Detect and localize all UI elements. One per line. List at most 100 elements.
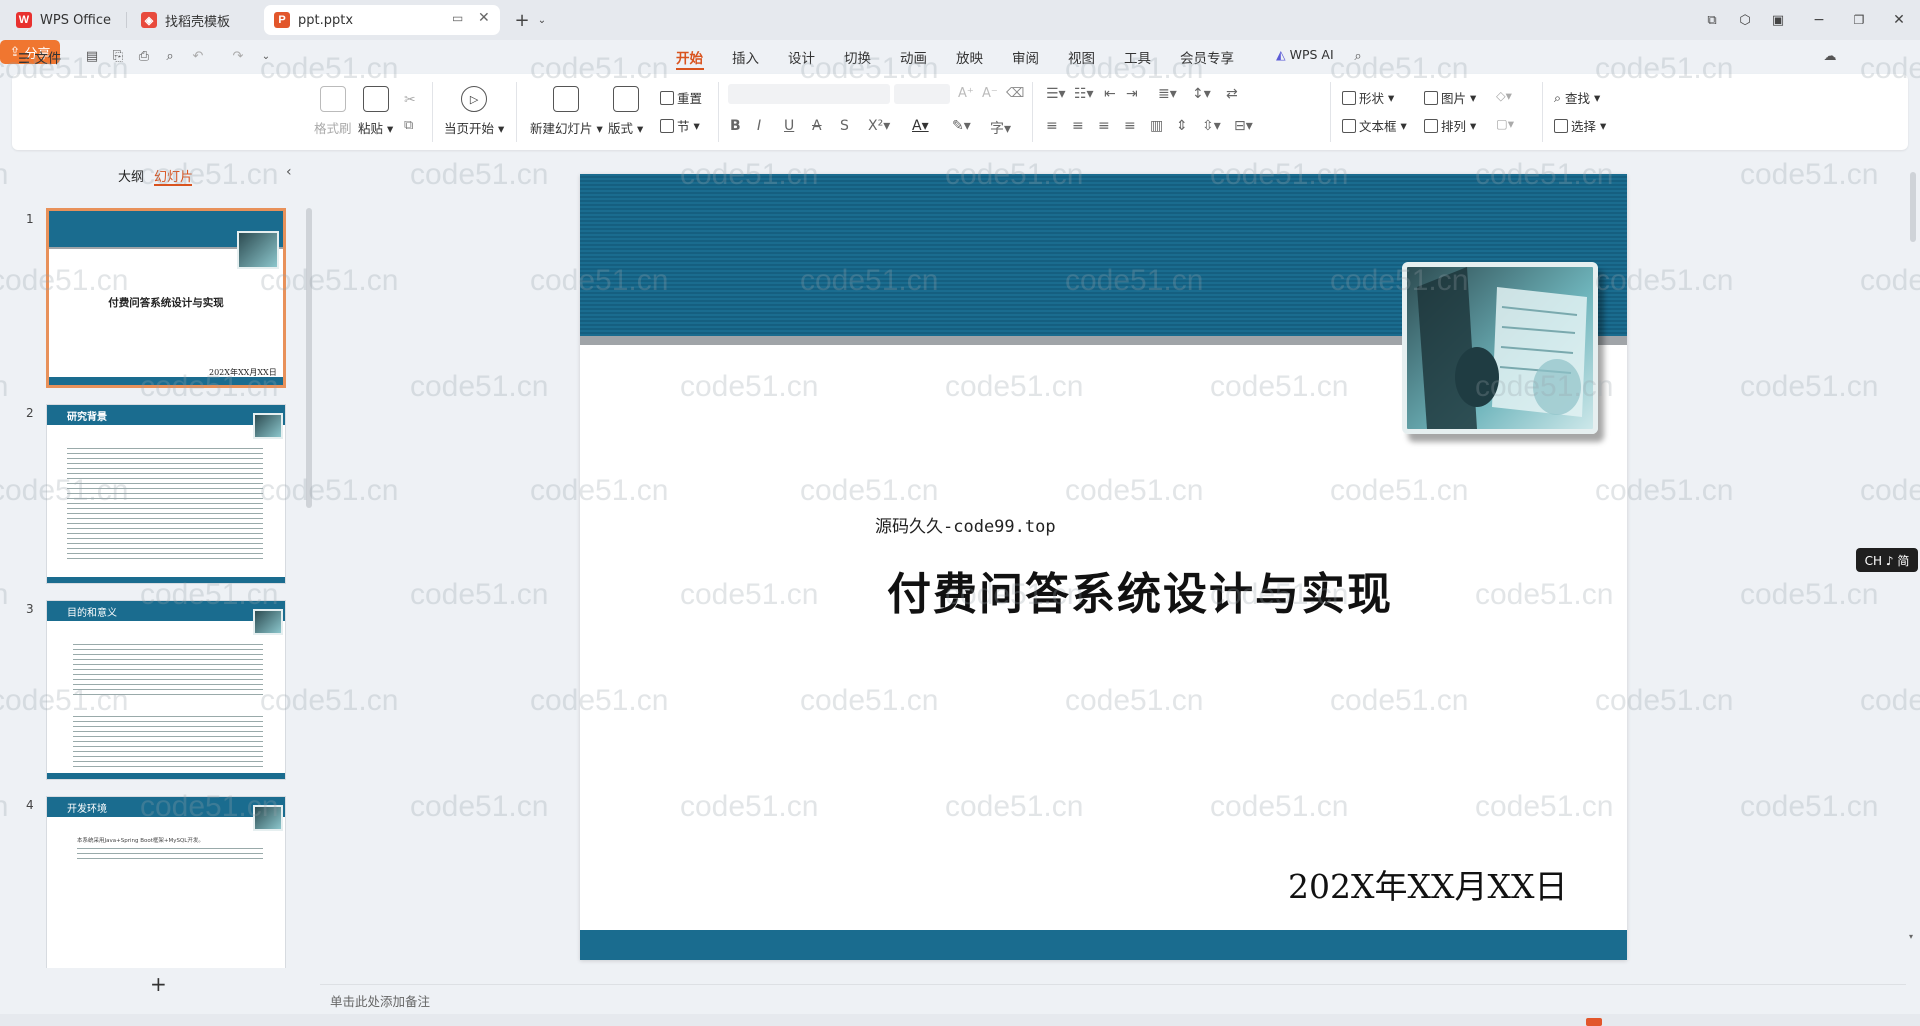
chevron-down-icon[interactable]: ⌄ [258,48,274,64]
tab-slideshow[interactable]: 放映 [956,47,983,67]
tab-slides[interactable]: 幻灯片 [154,166,193,185]
save-icon[interactable]: ▤ [84,48,100,64]
scroll-down-icon[interactable]: ▾ [1909,932,1913,941]
increase-indent-icon[interactable]: ⇥ [1126,86,1138,102]
outline-button[interactable]: ▢▾ [1496,116,1514,131]
tab-member[interactable]: 会员专享 [1180,47,1234,67]
decrease-indent-icon[interactable]: ⇤ [1104,86,1116,102]
layout-icon[interactable]: ⧉ [1700,8,1724,32]
bullet-list-icon[interactable]: ☰▾ [1046,86,1066,102]
textbox-button[interactable]: 文本框 ▾ [1342,116,1407,135]
distribute-icon[interactable]: ▥ [1150,118,1163,134]
slide-photo[interactable] [1402,262,1598,434]
avatar[interactable]: ▣ [1766,8,1790,32]
paste-button[interactable]: 粘贴 ▾ [358,86,393,137]
shadow-text-icon[interactable]: S [840,118,849,134]
print-icon[interactable]: ⎙ [136,48,152,64]
paragraph-spacing-icon[interactable]: ⇕ [1176,118,1188,134]
slide-subtitle[interactable]: 源码久久-code99.top [875,512,1056,537]
add-slide-button[interactable]: + [150,972,167,996]
font-name-select[interactable] [728,84,890,104]
tab-docer-templates[interactable]: ◈ 找稻壳模板 [131,5,259,35]
ai-icon: ◭ [1276,47,1290,62]
text-direction-icon[interactable]: ≣▾ [1158,86,1177,102]
superscript-icon[interactable]: X²▾ [868,118,890,134]
status-indicator[interactable] [1586,1018,1602,1026]
export-icon[interactable]: ⎘ [110,48,126,64]
file-menu[interactable]: ☰ 文件 [18,47,61,67]
tab-home[interactable]: 开始 [676,47,703,67]
layout-button[interactable]: 版式 ▾ [608,86,643,137]
find-button[interactable]: ⌕ 查找 ▾ [1554,88,1600,107]
arrange-button[interactable]: 排列 ▾ [1424,116,1476,135]
undo-icon[interactable]: ↶ [190,48,206,64]
tab-animation[interactable]: 动画 [900,47,927,67]
numbered-list-icon[interactable]: ☷▾ [1074,86,1094,102]
font-size-select[interactable] [894,84,950,104]
window-mode-icon[interactable]: ▭ [452,11,463,25]
slide-title[interactable]: 付费问答系统设计与实现 [820,558,1460,622]
shrink-font-icon[interactable]: A⁻ [982,86,998,101]
tab-insert[interactable]: 插入 [732,47,759,67]
panel-scrollbar[interactable] [306,208,312,508]
close-window-icon[interactable]: ✕ [1887,8,1911,32]
tab-ppt-file[interactable]: P ppt.pptx ▭ ✕ [264,5,500,35]
collapse-panel-icon[interactable]: ‹ [286,164,292,180]
copy-icon[interactable]: ⧉ [404,118,413,133]
underline-icon[interactable]: U [784,118,794,134]
print-preview-icon[interactable]: ⌕ [162,48,178,64]
font-color-icon[interactable]: A▾ [912,118,929,134]
tab-wps-office[interactable]: W WPS Office [6,5,124,35]
new-slide-button[interactable]: 新建幻灯片 ▾ [530,86,603,137]
char-spacing-icon[interactable]: 字▾ [990,118,1011,138]
tab-view[interactable]: 视图 [1068,47,1095,67]
align-center-icon[interactable]: ≡ [1072,118,1084,134]
italic-icon[interactable]: I [757,118,761,134]
minimize-icon[interactable]: − [1807,8,1831,32]
line-spacing-icon[interactable]: ↕▾ [1192,86,1211,102]
align-right-icon[interactable]: ≡ [1098,118,1110,134]
chevron-down-icon[interactable]: ⌄ [530,8,554,32]
strikethrough-icon[interactable]: A [812,118,822,134]
slide-thumbnail-2[interactable]: 研究背景 [46,404,286,584]
shape-button[interactable]: 形状 ▾ [1342,88,1394,107]
tab-tools[interactable]: 工具 [1124,47,1151,67]
section-button[interactable]: 节 ▾ [660,116,700,135]
convert-icon[interactable]: ⇄ [1226,86,1238,102]
tab-transition[interactable]: 切换 [844,47,871,67]
search-icon[interactable]: ⌕ [1350,48,1366,64]
picture-button[interactable]: 图片 ▾ [1424,88,1476,107]
justify-icon[interactable]: ≡ [1124,118,1136,134]
notes-area[interactable]: 单击此处添加备注 [320,984,1906,1014]
columns-icon[interactable]: ⇳▾ [1202,118,1221,134]
slide-thumbnail-4[interactable]: 开发环境 本系统采用Java+Spring Boot框架+MySQL开发。 [46,796,286,968]
cube-icon[interactable]: ⬡ [1733,8,1757,32]
close-tab-icon[interactable]: ✕ [478,10,490,26]
scroll-thumb[interactable] [1910,172,1916,242]
slide-thumbnail-3[interactable]: 目的和意义 [46,600,286,780]
format-painter-button[interactable]: 格式刷 [314,86,352,137]
highlight-icon[interactable]: ✎▾ [952,118,971,134]
fill-button[interactable]: ◇▾ [1496,88,1512,103]
redo-icon[interactable]: ↷ [230,48,246,64]
bold-icon[interactable]: B [730,118,741,134]
play-from-current-button[interactable]: ▷ 当页开始 ▾ [444,86,504,137]
text-align-icon[interactable]: ⊟▾ [1234,118,1253,134]
paste-label: 粘贴 ▾ [358,121,394,136]
reset-button[interactable]: 重置 [660,88,702,107]
grow-font-icon[interactable]: A⁺ [958,86,974,101]
select-button[interactable]: 选择 ▾ [1554,116,1606,135]
cloud-upload-icon[interactable]: ☁ [1822,48,1838,64]
main-slide[interactable]: 源码久久-code99.top 付费问答系统设计与实现 202X年XX月XX日 [580,174,1627,960]
tab-outline[interactable]: 大纲 [118,166,144,185]
clear-format-icon[interactable]: ⌫ [1006,86,1024,101]
slide-thumbnail-1[interactable]: 付费问答系统设计与实现 202X年XX月XX日 [46,208,286,388]
tab-design[interactable]: 设计 [788,47,815,67]
cut-icon[interactable]: ✂ [404,92,416,108]
wps-ai-button[interactable]: ◭ WPS AI [1276,47,1334,62]
slide-date[interactable]: 202X年XX月XX日 [1288,860,1567,908]
ime-indicator[interactable]: CH ♪ 简 [1856,548,1918,572]
restore-icon[interactable]: ❐ [1847,8,1871,32]
tab-review[interactable]: 审阅 [1012,47,1039,67]
align-left-icon[interactable]: ≡ [1046,118,1058,134]
